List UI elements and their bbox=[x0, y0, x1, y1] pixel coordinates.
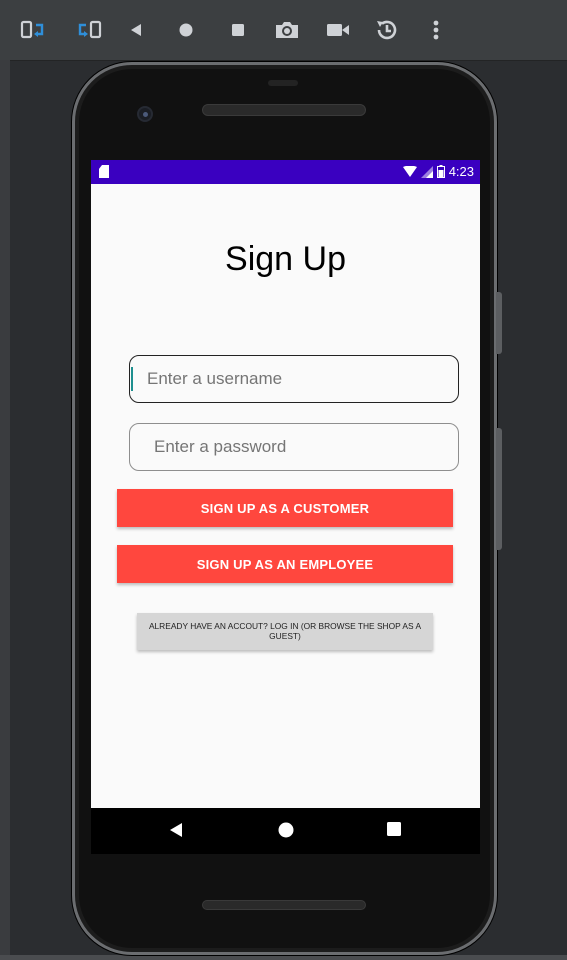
rotate-right-icon[interactable] bbox=[72, 14, 104, 46]
power-button[interactable] bbox=[496, 292, 502, 354]
page-title: Sign Up bbox=[225, 240, 346, 278]
nav-home-icon[interactable] bbox=[278, 822, 294, 838]
wifi-icon bbox=[402, 165, 417, 177]
emulator-toolbar bbox=[0, 0, 567, 61]
video-icon[interactable] bbox=[322, 14, 354, 46]
status-time: 4:23 bbox=[448, 164, 474, 179]
nav-back-icon[interactable] bbox=[169, 822, 183, 838]
signal-icon bbox=[420, 165, 433, 178]
snapshot-icon[interactable] bbox=[371, 14, 403, 46]
bottom-panel bbox=[0, 955, 567, 960]
bottom-speaker bbox=[202, 900, 366, 910]
login-guest-button[interactable]: ALREADY HAVE AN ACCOUT? LOG IN (OR BROWS… bbox=[137, 613, 433, 650]
nav-overview-icon[interactable] bbox=[387, 822, 401, 836]
sign-up-employee-button[interactable]: SIGN UP AS AN EMPLOYEE bbox=[117, 545, 453, 583]
password-field[interactable] bbox=[129, 423, 459, 471]
text-cursor bbox=[131, 367, 133, 391]
overview-icon[interactable] bbox=[222, 14, 254, 46]
earpiece-speaker bbox=[202, 104, 366, 116]
home-icon[interactable] bbox=[170, 14, 202, 46]
sd-card-icon bbox=[99, 165, 109, 178]
side-panel bbox=[0, 60, 10, 960]
rotate-left-icon[interactable] bbox=[18, 14, 50, 46]
status-bar: 4:23 bbox=[91, 160, 480, 184]
more-icon[interactable] bbox=[420, 14, 452, 46]
sign-up-customer-button[interactable]: SIGN UP AS A CUSTOMER bbox=[117, 489, 453, 527]
volume-button[interactable] bbox=[496, 428, 502, 550]
camera-icon[interactable] bbox=[271, 14, 303, 46]
username-field[interactable] bbox=[129, 355, 459, 403]
front-camera-icon bbox=[137, 106, 153, 122]
sensor bbox=[268, 80, 298, 86]
back-icon[interactable] bbox=[120, 14, 152, 46]
status-icons: 4:23 bbox=[402, 164, 474, 179]
app-screen: 4:23 Sign Up SIGN UP AS A CUSTOMER SIGN … bbox=[91, 160, 480, 808]
battery-icon bbox=[436, 165, 445, 178]
navigation-bar bbox=[91, 808, 480, 854]
